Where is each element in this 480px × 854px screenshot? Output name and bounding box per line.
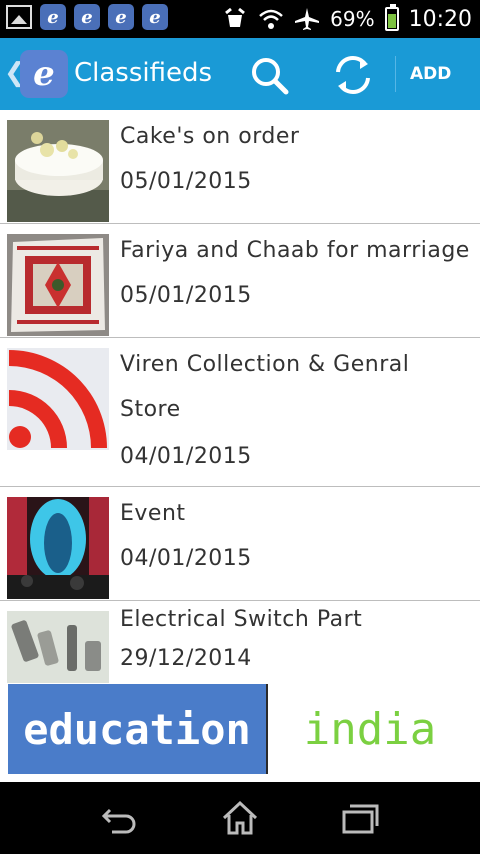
item-date: 04/01/2015 (120, 546, 252, 571)
list-item[interactable]: Viren Collection & Genral Store 04/01/20… (0, 338, 480, 487)
list-item[interactable]: Cake's on order 05/01/2015 (0, 110, 480, 224)
back-icon[interactable] (100, 800, 140, 836)
battery-percent: 69% (330, 7, 375, 31)
alarm-icon (225, 7, 246, 27)
embroidery-thumbnail (7, 234, 109, 336)
airplane-mode-icon (295, 8, 320, 30)
add-button[interactable]: ADD (410, 64, 451, 84)
battery-icon (384, 4, 399, 31)
event-thumbnail (7, 497, 109, 599)
e-app-notification-icon: e (108, 4, 134, 30)
clock: 10:20 (408, 6, 472, 32)
rss-feed-icon (7, 348, 109, 450)
item-title: Viren Collection & Genral Store (120, 352, 410, 422)
notification-icons: e e e e (6, 4, 168, 30)
classifieds-list: Cake's on order 05/01/2015 Fariya and Ch… (0, 110, 480, 691)
item-title: Cake's on order (120, 124, 300, 149)
status-bar: e e e e 69% 10:20 (0, 0, 480, 38)
item-date: 05/01/2015 (120, 169, 252, 194)
ad-banner[interactable]: education india (8, 684, 472, 774)
appbar-divider (395, 56, 396, 92)
switch-part-thumbnail (7, 611, 109, 683)
cake-thumbnail (7, 120, 109, 222)
list-item[interactable]: Event 04/01/2015 (0, 487, 480, 601)
list-item[interactable]: Electrical Switch Part 29/12/2014 (0, 601, 480, 691)
item-date: 05/01/2015 (120, 283, 252, 308)
image-notification-icon (6, 5, 32, 29)
banner-india-text: india (303, 703, 437, 755)
item-date: 04/01/2015 (120, 444, 252, 469)
e-app-notification-icon: e (40, 4, 66, 30)
page-title: Classifieds (74, 58, 213, 88)
system-nav-bar (0, 782, 480, 854)
list-item[interactable]: Fariya and Chaab for marriage 05/01/2015 (0, 224, 480, 338)
e-app-notification-icon: e (74, 4, 100, 30)
wifi-icon (259, 9, 283, 29)
e-app-notification-icon: e (142, 4, 168, 30)
banner-education-text: education (8, 684, 268, 774)
refresh-icon[interactable] (330, 52, 376, 98)
item-title: Fariya and Chaab for marriage (120, 238, 470, 263)
search-icon[interactable] (248, 54, 292, 98)
item-title: Event (120, 501, 186, 526)
item-date: 29/12/2014 (120, 646, 252, 671)
app-logo[interactable]: e (20, 50, 68, 98)
app-bar: ❮ e Classifieds ADD (0, 38, 480, 110)
home-icon[interactable] (220, 800, 260, 836)
recent-apps-icon[interactable] (340, 800, 380, 836)
